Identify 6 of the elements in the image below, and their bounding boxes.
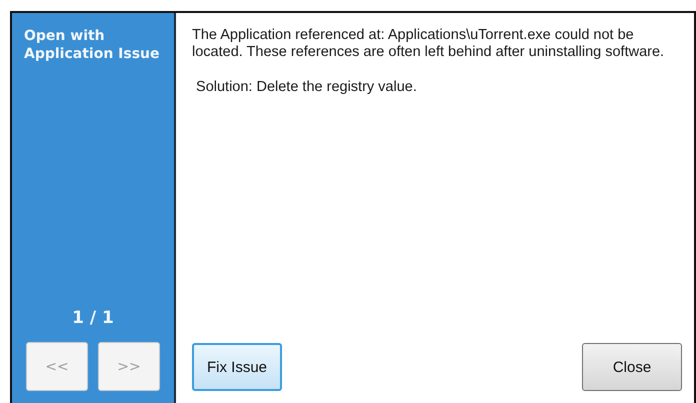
close-button[interactable]: Close — [582, 343, 682, 391]
issue-description: The Application referenced at: Applications\uTorrent.exe could not be located. These references are often left behind after uninstalling software. — [192, 27, 666, 61]
fix-issue-button[interactable]: Fix Issue — [192, 343, 282, 391]
page-counter: 1 / 1 — [71, 308, 115, 328]
issue-title: Open with Application Issue — [24, 27, 161, 63]
solution-text: Solution: Delete the registry value. — [195, 79, 418, 96]
